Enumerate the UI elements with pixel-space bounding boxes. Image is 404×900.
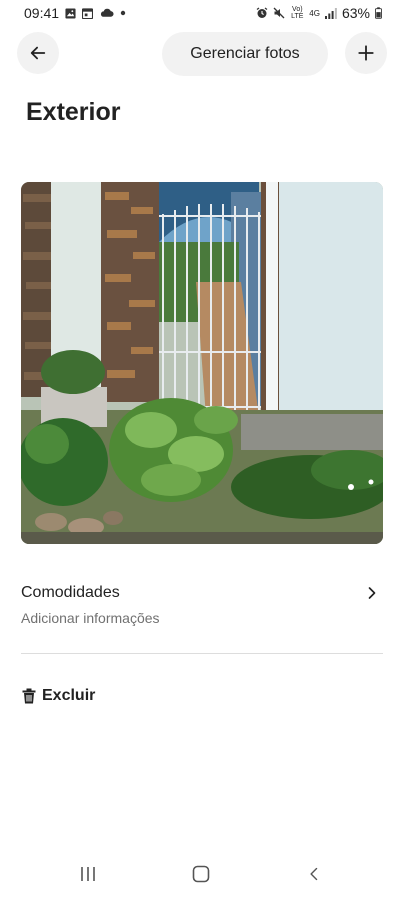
- status-right: Vo) LTE 4G 63%: [256, 5, 382, 21]
- plus-icon: [358, 45, 374, 61]
- amenities-row[interactable]: Comodidades Adicionar informações: [21, 580, 383, 632]
- chevron-right-icon: [368, 587, 376, 599]
- system-nav-bar: [0, 855, 404, 895]
- status-left: 09:41: [24, 5, 126, 21]
- delete-button[interactable]: Excluir: [22, 687, 95, 705]
- battery-percent: 63%: [341, 5, 370, 21]
- mute-icon: [273, 7, 285, 19]
- signal-icon: [324, 8, 337, 19]
- back-icon[interactable]: [308, 865, 322, 883]
- 4g-icon: 4G: [309, 8, 320, 18]
- delete-label: Excluir: [42, 687, 96, 704]
- cloud-icon: [100, 8, 114, 17]
- photo-illustration: [21, 182, 383, 544]
- trash-icon: [22, 688, 36, 704]
- divider: [21, 653, 383, 654]
- battery-icon: [375, 7, 382, 19]
- home-icon[interactable]: [192, 865, 210, 883]
- arrow-left-icon: [30, 46, 46, 60]
- alarm-icon: [256, 7, 268, 18]
- outdoor-gate-photo[interactable]: [21, 182, 383, 544]
- page-title: Exterior: [26, 98, 121, 126]
- volte-icon: Vo) LTE: [291, 6, 304, 20]
- image-icon: [65, 7, 76, 19]
- amenities-subtitle: Adicionar informações: [21, 610, 160, 626]
- add-photo-button[interactable]: [345, 32, 387, 74]
- screen: 09:41 Vo) LTE 4G 63% Gerenciar fotos Ext…: [0, 0, 404, 900]
- amenities-title: Comodidades: [21, 584, 120, 601]
- dot-icon: [120, 10, 126, 16]
- manage-photos-label: Gerenciar fotos: [190, 45, 300, 62]
- back-button[interactable]: [17, 32, 59, 74]
- recent-apps-icon[interactable]: [79, 865, 97, 883]
- manage-photos-button[interactable]: Gerenciar fotos: [162, 32, 328, 76]
- status-time: 09:41: [24, 5, 60, 21]
- calendar-icon: [82, 7, 94, 19]
- status-bar: 09:41 Vo) LTE 4G 63%: [0, 0, 404, 28]
